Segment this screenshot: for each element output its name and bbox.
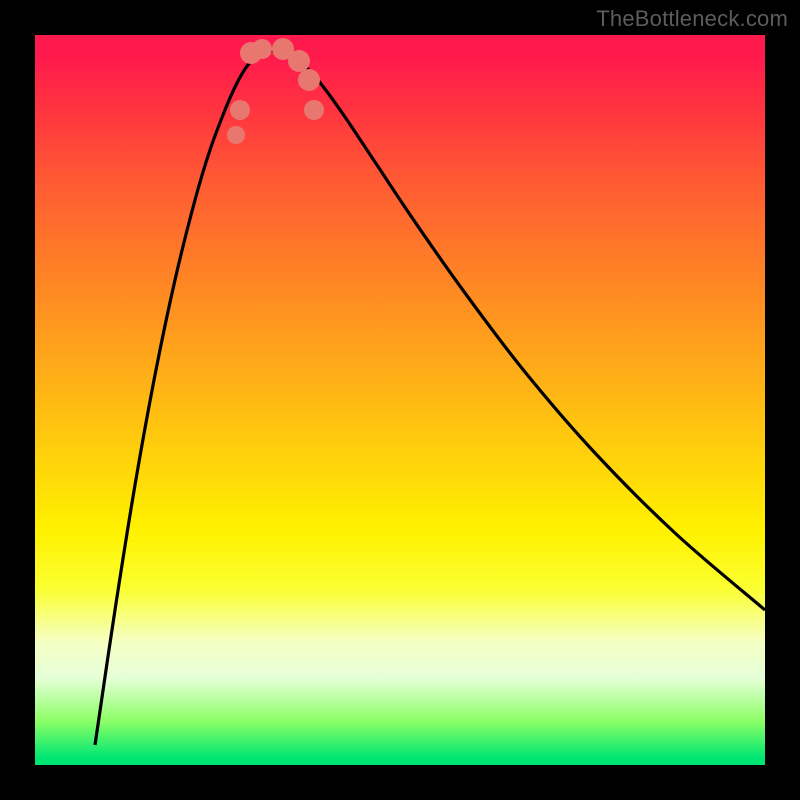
data-marker: [288, 50, 310, 72]
data-marker: [252, 39, 272, 59]
data-markers: [227, 38, 324, 144]
chart-frame: TheBottleneck.com: [0, 0, 800, 800]
data-marker: [230, 100, 250, 120]
chart-svg: [35, 35, 765, 765]
data-marker: [304, 100, 324, 120]
plot-area: [35, 35, 765, 765]
data-marker: [298, 69, 320, 91]
bottleneck-curve: [95, 51, 765, 745]
data-marker: [227, 126, 245, 144]
watermark-text: TheBottleneck.com: [596, 6, 788, 32]
